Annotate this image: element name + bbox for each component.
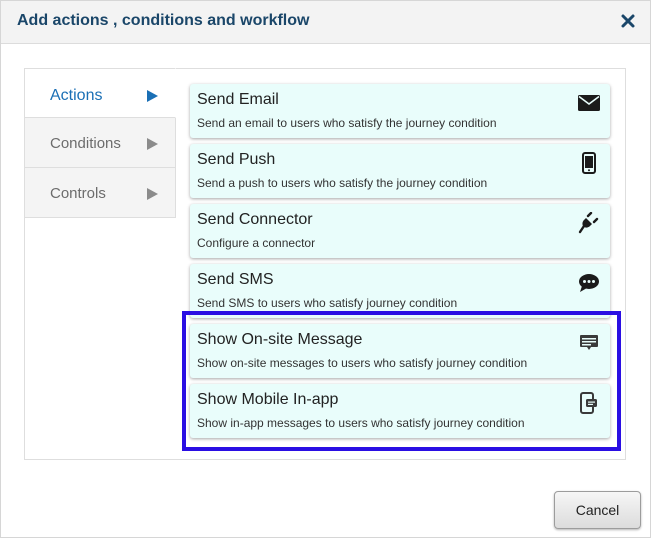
category-tabs: Actions Conditions Controls <box>24 68 176 218</box>
dialog-title: Add actions , conditions and workflow <box>17 12 310 29</box>
mobile-inapp-icon <box>578 392 600 414</box>
tab-controls[interactable]: Controls <box>24 168 176 218</box>
dialog-header: Add actions , conditions and workflow <box>1 1 650 44</box>
action-title: Show Mobile In-app <box>197 391 339 408</box>
mobile-phone-icon <box>578 152 600 174</box>
tab-label: Controls <box>50 185 106 202</box>
triangle-right-icon <box>147 138 158 150</box>
action-description: Send an email to users who satisfy the j… <box>197 116 497 130</box>
envelope-icon <box>578 92 600 114</box>
triangle-right-icon <box>147 188 158 200</box>
action-title: Send Email <box>197 91 279 108</box>
close-icon[interactable] <box>620 13 636 29</box>
action-card-show-onsite-message[interactable]: Show On-site Message Show on-site messag… <box>190 324 610 378</box>
action-description: Send SMS to users who satisfy journey co… <box>197 296 458 310</box>
action-title: Send SMS <box>197 271 274 288</box>
tab-label: Actions <box>50 87 103 104</box>
action-card-send-push[interactable]: Send Push Send a push to users who satis… <box>190 144 610 198</box>
onsite-message-icon <box>578 332 600 354</box>
action-list: Send Email Send an email to users who sa… <box>190 84 610 444</box>
action-description: Show on-site messages to users who satis… <box>197 356 528 370</box>
action-card-send-connector[interactable]: Send Connector Configure a connector <box>190 204 610 258</box>
tab-label: Conditions <box>50 135 121 152</box>
action-card-show-mobile-inapp[interactable]: Show Mobile In-app Show in-app messages … <box>190 384 610 438</box>
triangle-right-icon <box>147 90 158 102</box>
action-title: Send Connector <box>197 211 313 228</box>
tab-actions[interactable]: Actions <box>24 68 176 118</box>
action-title: Show On-site Message <box>197 331 363 348</box>
tab-conditions[interactable]: Conditions <box>24 118 176 168</box>
action-card-send-email[interactable]: Send Email Send an email to users who sa… <box>190 84 610 138</box>
action-description: Configure a connector <box>197 236 316 250</box>
chat-bubble-icon <box>578 272 600 294</box>
cancel-button[interactable]: Cancel <box>554 491 641 529</box>
action-description: Show in-app messages to users who satisf… <box>197 416 525 430</box>
action-description: Send a push to users who satisfy the jou… <box>197 176 488 190</box>
action-title: Send Push <box>197 151 276 168</box>
action-card-send-sms[interactable]: Send SMS Send SMS to users who satisfy j… <box>190 264 610 318</box>
plug-icon <box>578 212 600 234</box>
